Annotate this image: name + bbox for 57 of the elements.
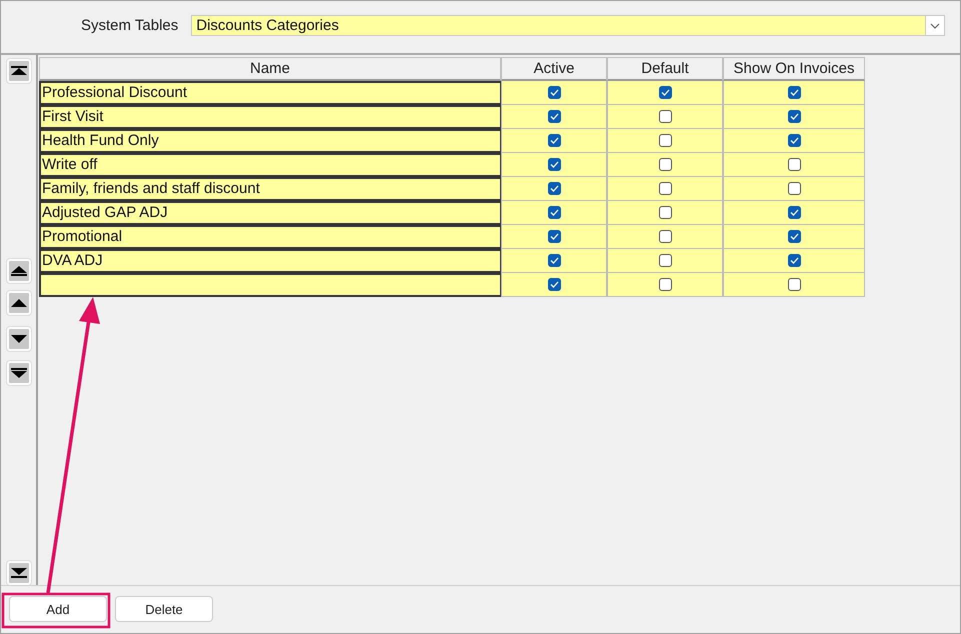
name-cell[interactable]: Adjusted GAP ADJ <box>39 200 501 225</box>
checkbox[interactable] <box>548 134 560 147</box>
checkbox[interactable] <box>788 182 800 195</box>
delete-button[interactable]: Delete <box>115 596 213 622</box>
checkbox[interactable] <box>548 158 560 171</box>
checkbox[interactable] <box>788 134 800 147</box>
add-button[interactable]: Add <box>9 596 107 622</box>
name-cell[interactable] <box>39 272 501 297</box>
checkbox[interactable] <box>658 182 672 195</box>
page-up-icon <box>10 264 26 277</box>
move-bottom-icon <box>10 566 26 579</box>
triangle-up-icon <box>10 296 26 309</box>
checkbox[interactable] <box>788 158 800 171</box>
move-to-top-button[interactable] <box>6 58 30 83</box>
system-tables-dropdown[interactable]: Discounts Categories <box>191 15 945 36</box>
checkbox[interactable] <box>658 230 672 243</box>
checkbox[interactable] <box>788 206 800 219</box>
column-header[interactable]: Name <box>39 56 501 81</box>
name-cell[interactable]: First Visit <box>39 104 501 129</box>
system-tables-label: System Tables <box>81 17 178 34</box>
checkbox[interactable] <box>548 110 560 123</box>
checkbox[interactable] <box>788 110 800 123</box>
checkbox[interactable] <box>548 278 560 291</box>
chevron-down-icon <box>930 22 940 28</box>
checkbox[interactable] <box>788 254 800 267</box>
checkbox[interactable] <box>658 278 672 291</box>
page-down-button[interactable] <box>6 360 30 385</box>
name-cell[interactable]: DVA ADJ <box>39 248 501 273</box>
name-cell[interactable]: Write off <box>39 152 501 177</box>
checkbox[interactable] <box>658 158 672 171</box>
checkbox[interactable] <box>548 86 560 99</box>
checkbox[interactable] <box>788 230 800 243</box>
checkbox[interactable] <box>658 86 672 99</box>
name-cell[interactable]: Family, friends and staff discount <box>39 176 501 201</box>
page-up-button[interactable] <box>6 258 30 283</box>
column-header[interactable]: Default <box>607 56 723 81</box>
name-cell[interactable]: Professional Discount <box>39 80 501 105</box>
checkbox[interactable] <box>658 206 672 219</box>
column-header[interactable]: Show On Invoices <box>723 56 865 81</box>
checkbox[interactable] <box>658 110 672 123</box>
triangle-down-icon <box>10 332 26 345</box>
checkbox[interactable] <box>658 134 672 147</box>
move-top-icon <box>10 64 26 77</box>
name-cell[interactable]: Promotional <box>39 224 501 249</box>
checkbox[interactable] <box>548 254 560 267</box>
move-up-button[interactable] <box>6 290 30 315</box>
move-to-bottom-button[interactable] <box>6 560 30 585</box>
checkbox[interactable] <box>788 278 800 291</box>
checkbox[interactable] <box>788 86 800 99</box>
name-cell[interactable]: Health Fund Only <box>39 128 501 153</box>
checkbox[interactable] <box>548 182 560 195</box>
checkbox[interactable] <box>658 254 672 267</box>
checkbox[interactable] <box>548 206 560 219</box>
column-header[interactable]: Active <box>501 56 607 81</box>
page-down-icon <box>10 366 26 379</box>
move-down-button[interactable] <box>6 326 30 351</box>
checkbox[interactable] <box>548 230 560 243</box>
